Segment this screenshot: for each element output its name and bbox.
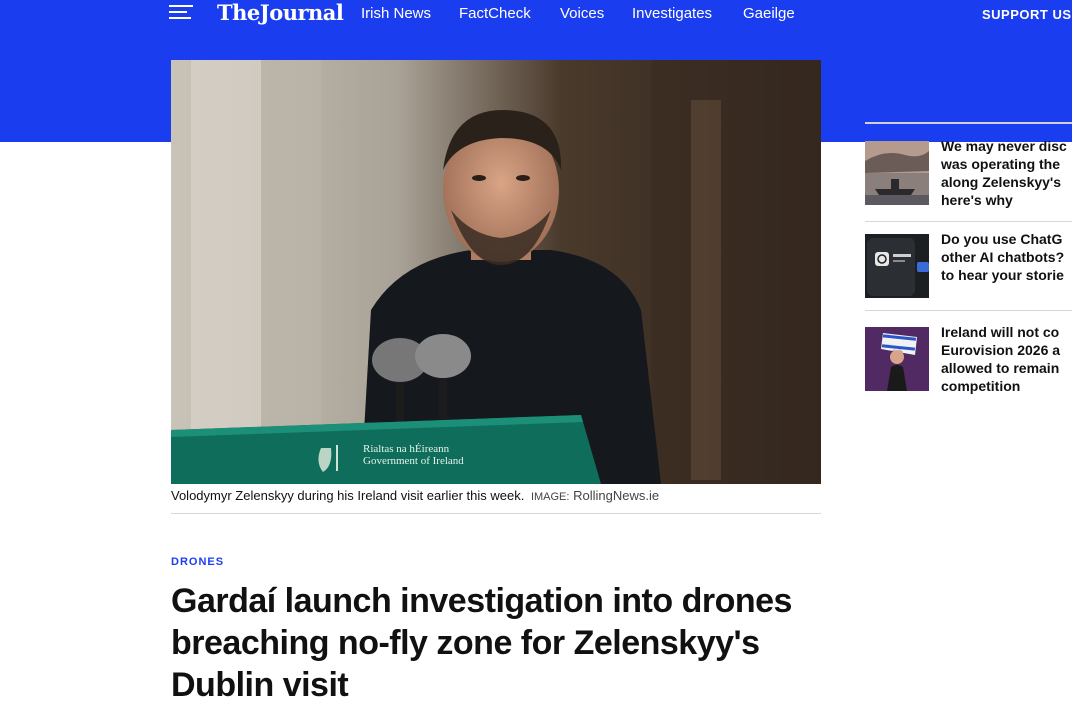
caption-text: Volodymyr Zelenskyy during his Ireland v… xyxy=(171,488,525,503)
nav-voices[interactable]: Voices xyxy=(560,5,604,22)
image-caption: Volodymyr Zelenskyy during his Ireland v… xyxy=(171,488,821,503)
story-divider xyxy=(865,221,1072,222)
nav-investigates[interactable]: Investigates xyxy=(632,5,712,22)
story-divider xyxy=(865,310,1072,311)
story-title[interactable]: Ireland will not co Eurovision 2026 a al… xyxy=(941,323,1072,395)
podium-text-line1: Rialtas na hÉireann xyxy=(363,443,450,455)
nav-factcheck[interactable]: FactCheck xyxy=(459,5,531,22)
caption-credit: RollingNews.ie xyxy=(573,488,660,503)
story-title[interactable]: We may never disc was operating the alon… xyxy=(941,137,1072,209)
site-logo[interactable]: TheJournal xyxy=(217,0,344,25)
hero-image: Rialtas na hÉireann Government of Irelan… xyxy=(171,60,821,484)
menu-icon[interactable] xyxy=(169,5,193,21)
nav-irish-news[interactable]: Irish News xyxy=(361,5,431,22)
zelenskyy-photo: Rialtas na hÉireann Government of Irelan… xyxy=(171,60,821,484)
top-nav: TheJournal Irish News FactCheck Voices I… xyxy=(0,0,1072,30)
chatgpt-phone-thumbnail[interactable] xyxy=(865,234,929,298)
warship-thumbnail[interactable] xyxy=(865,141,929,205)
story-item[interactable]: Ireland will not co Eurovision 2026 a al… xyxy=(865,324,1072,405)
article-category[interactable]: DRONES xyxy=(171,556,224,568)
more-stories-title: MORE STORIES xyxy=(865,100,962,112)
caption-credit-label: IMAGE: xyxy=(530,491,570,503)
podium-text-line2: Government of Ireland xyxy=(363,455,464,467)
nav-gaeilge[interactable]: Gaeilge xyxy=(743,5,795,22)
story-item[interactable]: We may never disc was operating the alon… xyxy=(865,138,1072,219)
support-us-link[interactable]: SUPPORT US xyxy=(982,7,1072,22)
more-stories-rule xyxy=(865,122,1072,124)
article-headline: Gardaí launch investigation into drones … xyxy=(171,582,792,704)
story-item[interactable]: Do you use ChatG other AI chatbots? to h… xyxy=(865,231,1072,312)
caption-divider xyxy=(171,513,821,514)
story-title[interactable]: Do you use ChatG other AI chatbots? to h… xyxy=(941,230,1072,284)
eurovision-singer-thumbnail[interactable] xyxy=(865,327,929,391)
